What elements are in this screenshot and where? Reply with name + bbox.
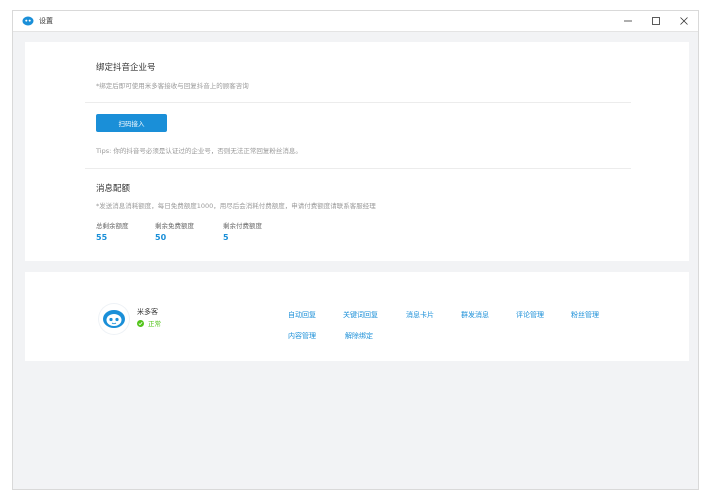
maximize-icon [652,17,660,25]
quota-value: 55 [96,233,108,242]
minimize-icon [624,20,632,22]
close-icon [680,17,688,25]
account-name: 米多客 [137,308,158,316]
scan-qr-button[interactable]: 扫码接入 [96,114,167,132]
quota-value: 50 [155,233,167,242]
divider [85,168,631,169]
menu-unbind[interactable]: 解除绑定 [345,331,373,341]
close-button[interactable] [670,11,698,31]
title-bar[interactable]: 设置 [13,11,698,32]
account-card: 米多客 正常 自动回复 关键词回复 消息卡片 群发消息 评论管理 粉丝管理 内容… [25,272,689,361]
app-logo-icon [22,16,34,26]
quota-section-subtitle: *发送消息消耗额度，每日免费额度1000，用尽后会消耗付费额度，申请付费额度请联… [96,202,376,210]
minimize-button[interactable] [614,11,642,31]
menu-fan-management[interactable]: 粉丝管理 [571,310,599,320]
quota-label: 剩余付费额度 [223,222,262,230]
quota-total: 总剩余额度 55 [96,220,129,242]
quota-free: 剩余免费额度 50 [155,220,194,242]
window-title: 设置 [39,17,53,25]
menu-comment-management[interactable]: 评论管理 [516,310,544,320]
binding-card: 绑定抖音企业号 *绑定后即可使用米多客接收与回复抖音上的顾客咨询 扫码接入 Ti… [25,42,689,261]
quota-label: 剩余免费额度 [155,222,194,230]
quota-label: 总剩余额度 [96,222,129,230]
quota-paid: 剩余付费额度 5 [223,220,262,242]
mascot-icon [103,310,125,328]
quota-value: 5 [223,233,229,242]
avatar [99,304,129,334]
divider [85,102,631,103]
menu-content-management[interactable]: 内容管理 [288,331,316,341]
bind-section-title: 绑定抖音企业号 [96,63,156,73]
quota-section-title: 消息配额 [96,184,131,194]
maximize-button[interactable] [642,11,670,31]
status-badge: 正常 [137,318,161,328]
menu-mass-message[interactable]: 群发消息 [461,310,489,320]
menu-message-card[interactable]: 消息卡片 [406,310,434,320]
menu-auto-reply[interactable]: 自动回复 [288,310,316,320]
settings-window: 设置 绑定抖音企业号 *绑定后即可使用米多客接收与回复抖音上的顾客咨询 扫码接入… [12,10,699,490]
menu-keyword-reply[interactable]: 关键词回复 [343,310,378,320]
status-text: 正常 [148,320,161,328]
check-icon [137,319,144,327]
bind-section-subtitle: *绑定后即可使用米多客接收与回复抖音上的顾客咨询 [96,82,249,90]
tips-text: Tips: 你的抖音号必须是认证过的企业号，否则无法正常回复粉丝消息。 [96,147,302,155]
window-controls [614,11,698,31]
